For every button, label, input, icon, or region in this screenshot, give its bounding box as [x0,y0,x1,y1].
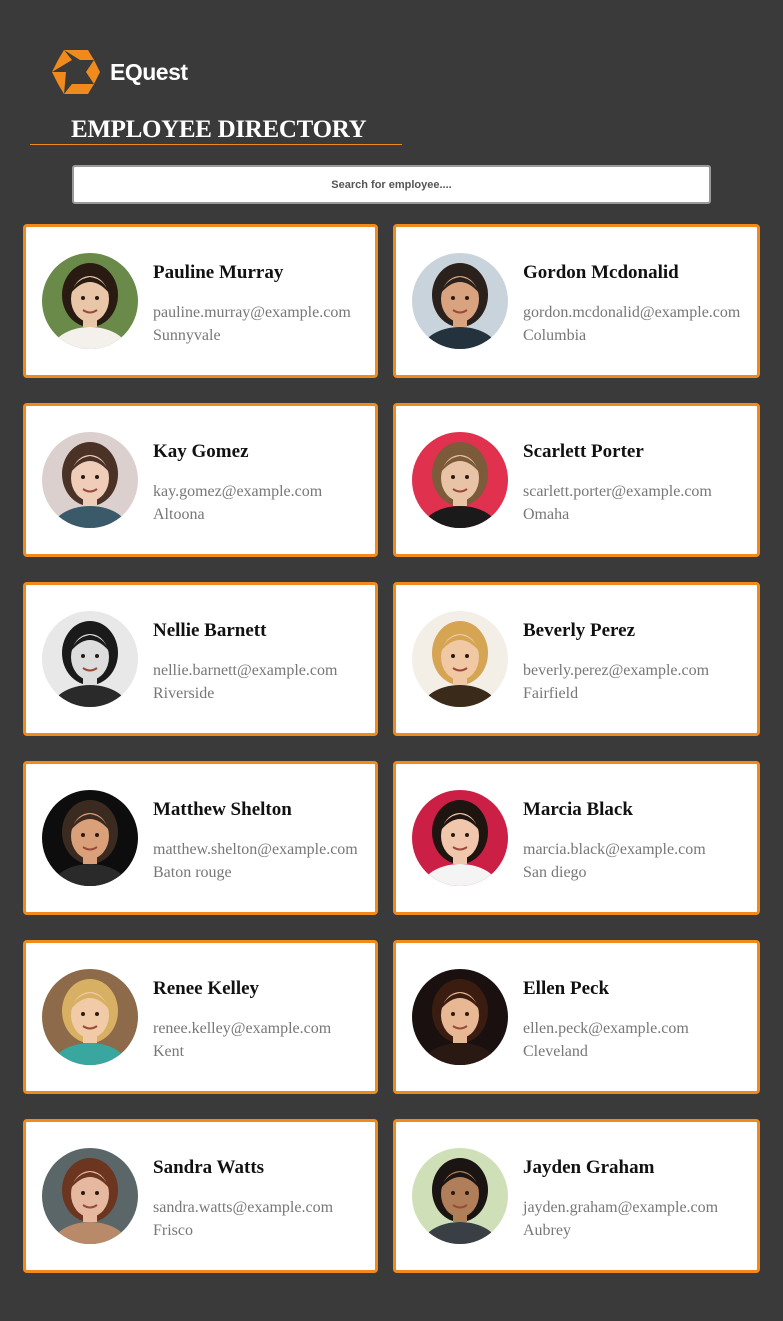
employee-card[interactable]: Beverly Perez beverly.perez@example.com Fa… [393,582,760,736]
employee-name: Matthew Shelton [153,799,292,820]
employee-email: nellie.barnett@example.com [153,662,338,679]
employee-avatar [42,253,138,349]
avatar-photo [412,969,508,1065]
employee-city: Aubrey [523,1222,571,1239]
employee-avatar [42,432,138,528]
employee-info: Jayden Graham jayden.graham@example.com Au… [523,1157,718,1242]
employee-grid: Pauline Murray pauline.murray@example.com… [23,224,760,1273]
employee-avatar [412,790,508,886]
employee-email: renee.kelley@example.com [153,1020,332,1037]
avatar-photo [412,432,508,528]
employee-email: beverly.perez@example.com [523,662,710,679]
employee-email: jayden.graham@example.com [523,1199,719,1216]
employee-city: Riverside [153,685,215,702]
employee-info: Pauline Murray pauline.murray@example.com… [153,262,351,347]
employee-city: Fairfield [523,685,579,702]
employee-card[interactable]: Pauline Murray pauline.murray@example.com… [23,224,378,378]
employee-city: Sunnyvale [153,327,221,344]
employee-name: Scarlett Porter [523,441,644,462]
employee-email: marcia.black@example.com [523,841,706,858]
employee-name: Renee Kelley [153,978,260,999]
employee-name: Nellie Barnett [153,620,267,641]
employee-city: San diego [523,864,587,881]
employee-name: Kay Gomez [153,441,249,462]
employee-info: Gordon Mcdonalid gordon.mcdonalid@example… [523,262,740,347]
employee-info: Nellie Barnett nellie.barnett@example.com… [153,620,337,705]
employee-card[interactable]: Gordon Mcdonalid gordon.mcdonalid@example… [393,224,760,378]
brand-logo: EQuest [50,48,188,96]
employee-city: Kent [153,1043,185,1060]
employee-email: sandra.watts@example.com [153,1199,334,1216]
employee-city: Columbia [523,327,587,344]
employee-card[interactable]: Ellen Peck ellen.peck@example.com Clevelan… [393,940,760,1094]
employee-email: kay.gomez@example.com [153,483,323,500]
avatar-photo [412,1148,508,1244]
employee-avatar [412,611,508,707]
employee-city: Cleveland [523,1043,588,1060]
equest-logo-icon [52,50,100,94]
page-title: EMPLOYEE DIRECTORY [71,116,367,143]
search-input[interactable] [72,165,711,204]
employee-card[interactable]: Nellie Barnett nellie.barnett@example.com… [23,582,378,736]
employee-city: Altoona [153,506,205,523]
employee-avatar [412,253,508,349]
logo-text: EQuest [110,58,188,85]
employee-email: scarlett.porter@example.com [523,483,712,500]
employee-avatar [42,1148,138,1244]
avatar-photo [412,253,508,349]
employee-avatar [42,611,138,707]
employee-info: Ellen Peck ellen.peck@example.com Clevelan… [523,978,689,1063]
employee-card[interactable]: Renee Kelley renee.kelley@example.com Kent [23,940,378,1094]
employee-info: Matthew Shelton matthew.shelton@example.c… [153,799,358,884]
employee-info: Scarlett Porter scarlett.porter@example.c… [523,441,712,526]
avatar-photo [42,969,138,1065]
employee-email: gordon.mcdonalid@example.com [523,304,741,321]
employee-info: Renee Kelley renee.kelley@example.com Kent [153,978,331,1063]
employee-info: Kay Gomez kay.gomez@example.com Altoona [153,441,322,526]
avatar-photo [42,253,138,349]
employee-name: Ellen Peck [523,978,610,999]
employee-avatar [412,432,508,528]
avatar-photo [412,611,508,707]
employee-card[interactable]: Jayden Graham jayden.graham@example.com Au… [393,1119,760,1273]
employee-name: Beverly Perez [523,620,635,641]
avatar-photo [42,790,138,886]
avatar-photo [412,790,508,886]
employee-card[interactable]: Kay Gomez kay.gomez@example.com Altoona [23,403,378,557]
employee-email: ellen.peck@example.com [523,1020,689,1037]
employee-info: Marcia Black marcia.black@example.com San … [523,799,706,884]
employee-name: Sandra Watts [153,1157,265,1178]
avatar-photo [42,432,138,528]
employee-email: pauline.murray@example.com [153,304,351,321]
employee-info: Sandra Watts sandra.watts@example.com Fris… [153,1157,333,1242]
employee-avatar [412,969,508,1065]
employee-card[interactable]: Scarlett Porter scarlett.porter@example.c… [393,403,760,557]
employee-name: Marcia Black [523,799,633,820]
avatar-photo [42,1148,138,1244]
employee-name: Pauline Murray [153,262,284,283]
employee-avatar [412,1148,508,1244]
title-underline [30,144,402,145]
employee-city: Baton rouge [153,864,232,881]
employee-city: Omaha [523,506,570,523]
employee-card[interactable]: Marcia Black marcia.black@example.com San … [393,761,760,915]
employee-name: Gordon Mcdonalid [523,262,679,283]
employee-avatar [42,790,138,886]
employee-info: Beverly Perez beverly.perez@example.com Fa… [523,620,709,705]
employee-email: matthew.shelton@example.com [153,841,358,858]
employee-card[interactable]: Sandra Watts sandra.watts@example.com Fris… [23,1119,378,1273]
employee-name: Jayden Graham [523,1157,655,1178]
employee-city: Frisco [153,1222,193,1239]
avatar-photo [42,611,138,707]
employee-card[interactable]: Matthew Shelton matthew.shelton@example.c… [23,761,378,915]
employee-avatar [42,969,138,1065]
